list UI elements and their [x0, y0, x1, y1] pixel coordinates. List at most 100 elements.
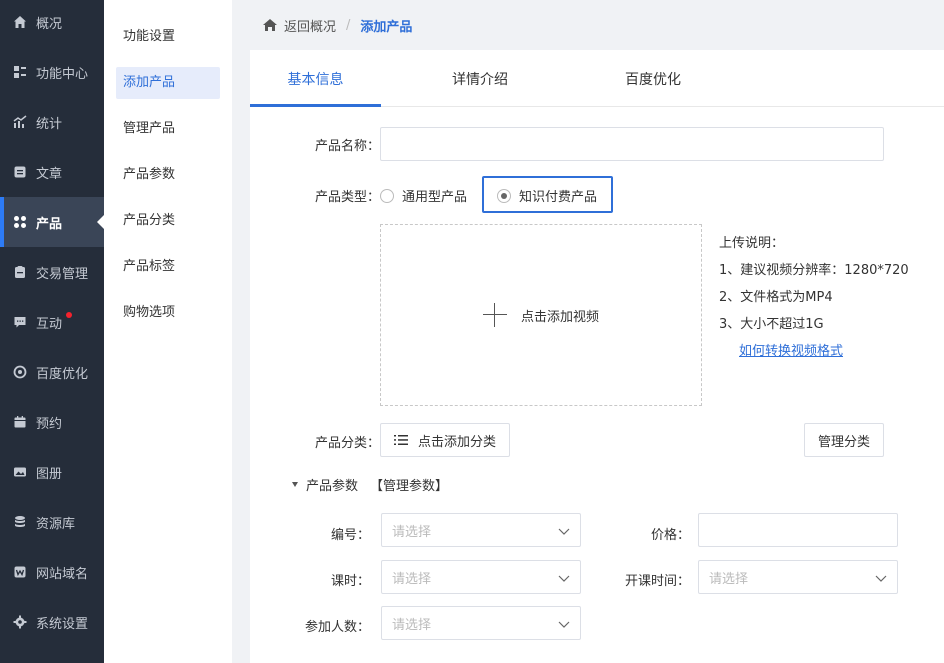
submenu-item-product-params[interactable]: 产品参数 [116, 159, 220, 191]
chat-icon [12, 314, 28, 330]
chevron-down-icon [558, 618, 570, 633]
product-category-label: 产品分类： [314, 436, 380, 451]
add-category-label: 点击添加分类 [417, 434, 496, 450]
hours-select[interactable]: 请选择 [381, 560, 581, 594]
video-upload-area[interactable]: 点击添加视频 [380, 224, 702, 406]
manage-params-link[interactable]: 【管理参数】 [370, 475, 448, 494]
convert-video-format-link[interactable]: 如何转换视频格式 [719, 344, 843, 359]
breadcrumb: 返回概况 / 添加产品 [232, 0, 944, 50]
radio-label: 知识付费产品 [519, 190, 598, 205]
code-placeholder: 请选择 [392, 524, 432, 540]
sidebar-item-label: 产品 [36, 216, 63, 232]
sidebar-item-label: 网站域名 [36, 566, 89, 582]
price-label: 价格： [650, 528, 690, 543]
sidebar-item-booking[interactable]: 预约 [0, 397, 104, 447]
article-icon [12, 164, 28, 180]
upload-notes-title: 上传说明： [719, 236, 785, 251]
tab-details[interactable]: 详情介绍 [420, 60, 540, 107]
sidebar-item-label: 文章 [36, 166, 63, 182]
params-title: 产品参数 [306, 479, 359, 494]
product-name-input[interactable] [380, 127, 884, 161]
product-type-label: 产品类型： [314, 190, 380, 205]
main-sidebar: 概况 功能中心 统计 文章 产品 交易管理 互动 百度优化 预约 图册 资源库 [0, 0, 104, 663]
calendar-icon [12, 414, 28, 430]
upload-note-line: 1、建议视频分辨率：1280*720 [719, 263, 909, 278]
submenu-item-shopping-options[interactable]: 购物选项 [116, 297, 220, 329]
radio-circle [380, 188, 394, 203]
statistics-icon [12, 114, 28, 130]
breadcrumb-back-link[interactable]: 返回概况 [284, 16, 336, 35]
product-icon [12, 214, 28, 230]
sidebar-item-label: 统计 [36, 116, 63, 132]
price-input[interactable] [698, 513, 898, 547]
product-params-section[interactable]: 产品参数 【管理参数】 [292, 475, 448, 494]
transaction-icon [12, 264, 28, 280]
chevron-down-icon [558, 572, 570, 587]
sidebar-item-label: 资源库 [36, 516, 76, 532]
sidebar-item-domain[interactable]: 网站域名 [0, 547, 104, 597]
seo-icon [12, 364, 28, 380]
submenu-item-product-tags[interactable]: 产品标签 [116, 251, 220, 283]
tab-basic-info[interactable]: 基本信息 [250, 60, 381, 107]
sidebar-item-interaction[interactable]: 互动 [0, 297, 104, 347]
domain-icon [12, 564, 28, 580]
sidebar-item-label: 互动 [36, 316, 63, 332]
database-icon [12, 514, 28, 530]
code-label: 编号： [330, 528, 370, 543]
submenu-item-product-category[interactable]: 产品分类 [116, 205, 220, 237]
submenu-item-manage-products[interactable]: 管理产品 [116, 113, 220, 145]
participants-placeholder: 请选择 [392, 617, 432, 633]
upload-note-line: 3、大小不超过1G [719, 317, 824, 332]
sidebar-item-transaction[interactable]: 交易管理 [0, 247, 104, 297]
sidebar-item-label: 百度优化 [36, 366, 89, 382]
upload-notes: 上传说明： 1、建议视频分辨率：1280*720 2、文件格式为MP4 3、大小… [719, 230, 909, 365]
gear-icon [12, 614, 28, 630]
sidebar-item-label: 系统设置 [36, 616, 89, 632]
form-card: 基本信息 详情介绍 百度优化 产品名称： 产品类型： 通用型产品 知识付费产品 … [250, 50, 944, 663]
start-time-placeholder: 请选择 [709, 571, 749, 587]
chevron-down-icon [558, 525, 570, 540]
sidebar-item-statistics[interactable]: 统计 [0, 97, 104, 147]
participants-select[interactable]: 请选择 [381, 606, 581, 640]
upload-label: 点击添加视频 [520, 309, 599, 325]
manage-category-button[interactable]: 管理分类 [804, 423, 884, 457]
main-content: 返回概况 / 添加产品 基本信息 详情介绍 百度优化 产品名称： 产品类型： 通… [232, 0, 944, 663]
album-icon [12, 464, 28, 480]
sidebar-item-article[interactable]: 文章 [0, 147, 104, 197]
list-icon [393, 434, 408, 446]
radio-general-product[interactable]: 通用型产品 [380, 186, 467, 205]
sidebar-item-label: 交易管理 [36, 266, 89, 282]
tab-bar: 基本信息 详情介绍 百度优化 [250, 60, 944, 107]
sidebar-item-label: 功能中心 [36, 66, 89, 82]
sidebar-item-label: 图册 [36, 466, 63, 482]
sub-menu: 功能设置 添加产品 管理产品 产品参数 产品分类 产品标签 购物选项 [104, 0, 232, 663]
home-icon [12, 14, 28, 30]
plus-icon [482, 303, 507, 327]
add-category-button[interactable]: 点击添加分类 [380, 423, 510, 457]
tab-baidu-seo[interactable]: 百度优化 [593, 60, 713, 107]
participants-label: 参加人数： [304, 620, 370, 635]
submenu-item-add-product[interactable]: 添加产品 [116, 67, 220, 99]
radio-knowledge-paid-product[interactable]: 知识付费产品 [497, 186, 597, 205]
start-time-label: 开课时间： [624, 574, 690, 589]
product-name-label: 产品名称： [314, 139, 380, 154]
start-time-select[interactable]: 请选择 [698, 560, 898, 594]
sidebar-item-seo[interactable]: 百度优化 [0, 347, 104, 397]
sidebar-item-label: 预约 [36, 416, 63, 432]
sidebar-item-resources[interactable]: 资源库 [0, 497, 104, 547]
notification-badge [66, 312, 72, 318]
upload-note-line: 2、文件格式为MP4 [719, 290, 833, 305]
home-icon[interactable] [262, 18, 278, 32]
sidebar-item-product[interactable]: 产品 [0, 197, 104, 247]
radio-label: 通用型产品 [402, 190, 468, 205]
submenu-item-function-settings[interactable]: 功能设置 [116, 21, 220, 53]
sidebar-item-function-center[interactable]: 功能中心 [0, 47, 104, 97]
sidebar-item-system-settings[interactable]: 系统设置 [0, 597, 104, 647]
hours-label: 课时： [330, 574, 370, 589]
code-select[interactable]: 请选择 [381, 513, 581, 547]
chevron-down-icon [875, 572, 887, 587]
breadcrumb-separator: / [346, 17, 351, 33]
sidebar-item-overview[interactable]: 概况 [0, 0, 104, 47]
hours-placeholder: 请选择 [392, 571, 432, 587]
sidebar-item-album[interactable]: 图册 [0, 447, 104, 497]
